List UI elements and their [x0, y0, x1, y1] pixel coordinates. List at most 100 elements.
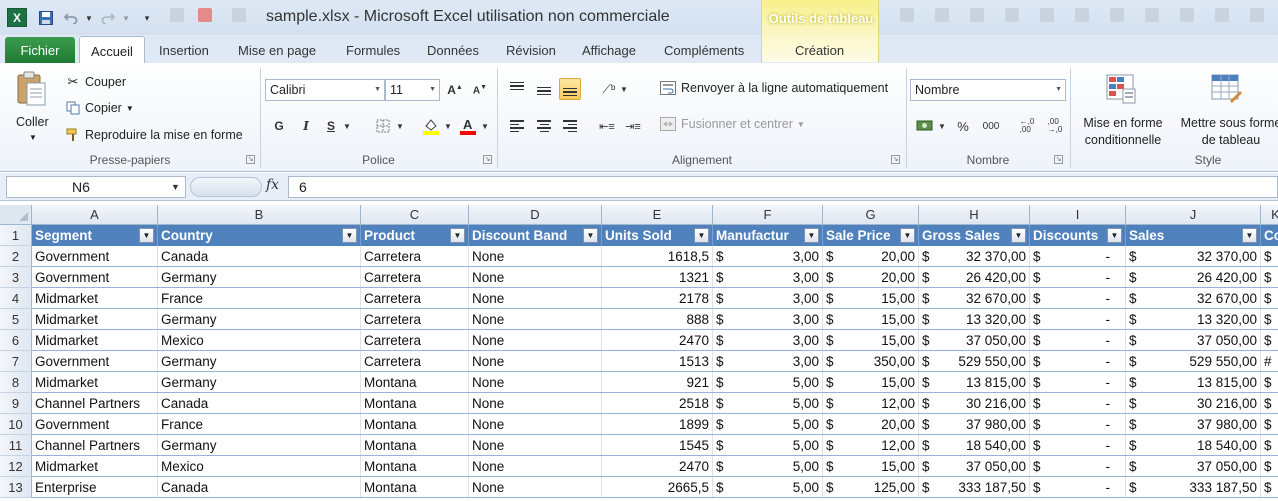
- decrease-indent-button[interactable]: ⇤≡: [596, 115, 618, 137]
- tab-formulas[interactable]: Formules: [346, 43, 400, 58]
- column-header-f[interactable]: F: [713, 205, 823, 225]
- table-cell[interactable]: $37 050,00: [1126, 330, 1261, 350]
- table-cell[interactable]: $13 320,00: [1126, 309, 1261, 329]
- table-cell[interactable]: $ -: [1030, 393, 1126, 413]
- column-header-e[interactable]: E: [602, 205, 713, 225]
- table-cell[interactable]: 2470: [602, 330, 713, 350]
- table-cell[interactable]: Montana: [361, 435, 469, 455]
- format-painter-button[interactable]: Reproduire la mise en forme: [65, 128, 243, 142]
- table-cell[interactable]: $13 815,00: [1126, 372, 1261, 392]
- table-cell[interactable]: 888: [602, 309, 713, 329]
- table-cell[interactable]: Midmarket: [32, 309, 158, 329]
- font-color-dropdown-icon[interactable]: ▼: [479, 115, 491, 137]
- table-cell[interactable]: Government: [32, 414, 158, 434]
- filter-dropdown-icon[interactable]: ▼: [450, 228, 465, 243]
- name-box[interactable]: N6: [6, 176, 186, 198]
- undo-button[interactable]: [63, 9, 79, 27]
- conditional-format-button[interactable]: [1105, 73, 1137, 105]
- row-header[interactable]: 9: [0, 393, 32, 414]
- table-cell[interactable]: Germany: [158, 435, 361, 455]
- filter-dropdown-icon[interactable]: ▼: [1242, 228, 1257, 243]
- row-header[interactable]: 4: [0, 288, 32, 309]
- paste-label[interactable]: Coller: [16, 115, 49, 129]
- table-header-cell[interactable]: Country: [158, 225, 361, 246]
- filter-dropdown-icon[interactable]: ▼: [804, 228, 819, 243]
- table-cell[interactable]: Carretera: [361, 246, 469, 266]
- column-header-d[interactable]: D: [469, 205, 602, 225]
- shrink-font-button[interactable]: A▼: [469, 79, 491, 101]
- table-cell[interactable]: None: [469, 267, 602, 287]
- row-header[interactable]: 2: [0, 246, 32, 267]
- table-cell[interactable]: Montana: [361, 393, 469, 413]
- excel-logo-icon[interactable]: X: [7, 8, 27, 27]
- table-cell[interactable]: 1545: [602, 435, 713, 455]
- merge-center-button[interactable]: Fusionner et centrer ▼: [659, 117, 805, 131]
- table-cell[interactable]: Montana: [361, 372, 469, 392]
- column-header-i[interactable]: I: [1030, 205, 1126, 225]
- table-cell[interactable]: $20,00: [823, 246, 919, 266]
- table-cell[interactable]: $18 540,00: [1126, 435, 1261, 455]
- row-header[interactable]: 3: [0, 267, 32, 288]
- tab-review[interactable]: Révision: [506, 43, 556, 58]
- row-header[interactable]: 12: [0, 456, 32, 477]
- font-launcher-icon[interactable]: ↘: [483, 155, 492, 164]
- table-cell[interactable]: $ -: [1030, 309, 1126, 329]
- copy-dropdown-icon[interactable]: ▼: [126, 104, 134, 113]
- table-cell[interactable]: Canada: [158, 393, 361, 413]
- column-header-b[interactable]: B: [158, 205, 361, 225]
- row-header[interactable]: 7: [0, 351, 32, 372]
- table-cell[interactable]: $333 187,50: [1126, 477, 1261, 497]
- table-cell[interactable]: $5,00: [713, 414, 823, 434]
- table-cell[interactable]: $15,00: [823, 456, 919, 476]
- table-cell[interactable]: None: [469, 309, 602, 329]
- table-cell[interactable]: $18 540,00: [919, 435, 1030, 455]
- row-header[interactable]: 10: [0, 414, 32, 435]
- table-cell[interactable]: $13 320,00: [919, 309, 1030, 329]
- table-cell[interactable]: $: [1261, 435, 1278, 455]
- fill-color-dropdown-icon[interactable]: ▼: [442, 115, 454, 137]
- formula-input[interactable]: 6: [288, 176, 1278, 198]
- filter-dropdown-icon[interactable]: ▼: [1011, 228, 1026, 243]
- thousands-button[interactable]: 000: [980, 115, 1002, 137]
- increase-decimal-button[interactable]: ←,0,00: [1016, 115, 1038, 137]
- table-cell[interactable]: 1321: [602, 267, 713, 287]
- underline-dropdown-icon[interactable]: ▼: [341, 115, 353, 137]
- table-cell[interactable]: $20,00: [823, 267, 919, 287]
- align-right-button[interactable]: [559, 115, 581, 137]
- underline-button[interactable]: S: [320, 115, 342, 137]
- table-cell[interactable]: $: [1261, 246, 1278, 266]
- table-cell[interactable]: Channel Partners: [32, 435, 158, 455]
- table-cell[interactable]: Carretera: [361, 288, 469, 308]
- table-cell[interactable]: $20,00: [823, 414, 919, 434]
- filter-dropdown-icon[interactable]: ▼: [694, 228, 709, 243]
- wrap-text-button[interactable]: Renvoyer à la ligne automatiquement: [659, 81, 888, 95]
- conditional-format-label-button[interactable]: Mise en forme conditionnelle: [1076, 115, 1170, 149]
- table-cell[interactable]: None: [469, 246, 602, 266]
- table-cell[interactable]: $37 050,00: [919, 330, 1030, 350]
- table-cell[interactable]: $ -: [1030, 372, 1126, 392]
- redo-dropdown-icon[interactable]: ▼: [121, 9, 131, 27]
- table-cell[interactable]: $15,00: [823, 309, 919, 329]
- table-cell[interactable]: Germany: [158, 309, 361, 329]
- row-header[interactable]: 11: [0, 435, 32, 456]
- filter-dropdown-icon[interactable]: ▼: [342, 228, 357, 243]
- table-cell[interactable]: France: [158, 288, 361, 308]
- table-cell[interactable]: Midmarket: [32, 372, 158, 392]
- table-cell[interactable]: Montana: [361, 477, 469, 497]
- italic-button[interactable]: I: [295, 115, 317, 137]
- table-cell[interactable]: $ -: [1030, 414, 1126, 434]
- table-cell[interactable]: 1618,5: [602, 246, 713, 266]
- table-cell[interactable]: 2178: [602, 288, 713, 308]
- table-cell[interactable]: $3,00: [713, 309, 823, 329]
- tab-design[interactable]: Création: [795, 43, 844, 58]
- undo-dropdown-icon[interactable]: ▼: [84, 9, 94, 27]
- table-cell[interactable]: $ -: [1030, 456, 1126, 476]
- tab-view[interactable]: Affichage: [582, 43, 636, 58]
- table-cell[interactable]: $5,00: [713, 477, 823, 497]
- insert-function-button[interactable]: fx: [266, 177, 279, 193]
- row-header[interactable]: 8: [0, 372, 32, 393]
- table-cell[interactable]: France: [158, 414, 361, 434]
- table-cell[interactable]: $5,00: [713, 456, 823, 476]
- align-top-button[interactable]: [506, 78, 528, 100]
- borders-dropdown-icon[interactable]: ▼: [394, 115, 406, 137]
